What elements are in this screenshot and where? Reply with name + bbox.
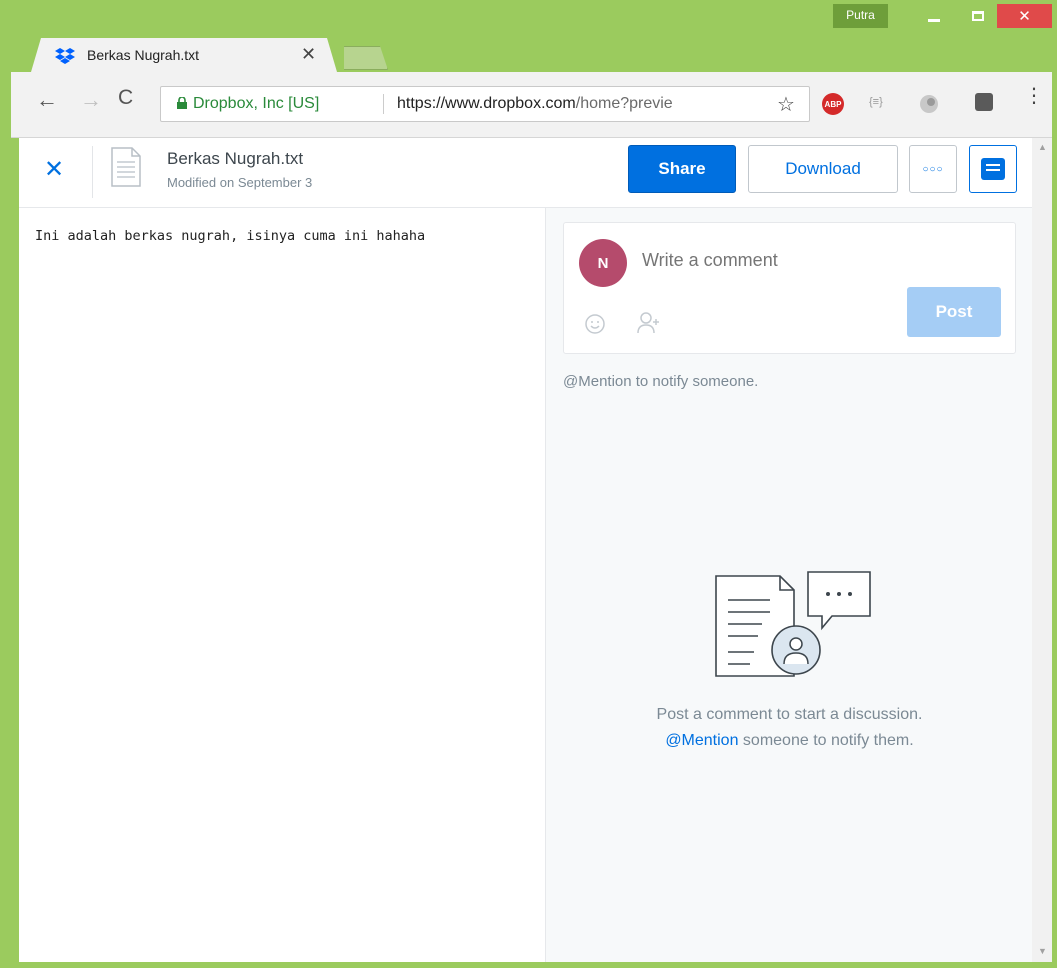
new-tab-button[interactable] (344, 46, 388, 70)
bookmark-star-icon[interactable]: ☆ (777, 92, 795, 117)
tab-close-icon[interactable]: ✕ (301, 44, 316, 65)
toggle-comments-button[interactable] (969, 145, 1017, 193)
file-modified-date: Modified on September 3 (167, 175, 313, 190)
page-scrollbar[interactable]: ▲ ▼ (1032, 138, 1052, 962)
empty-state-title: Post a comment to start a discussion. (656, 706, 923, 723)
close-preview-icon[interactable]: ✕ (44, 155, 64, 184)
empty-state-subtitle-rest: someone to notify them. (738, 732, 914, 749)
comments-sidebar: N Post @Mention to notify someone. (545, 208, 1032, 962)
address-bar[interactable]: Dropbox, Inc [US] https://www.dropbox.co… (160, 86, 810, 122)
scroll-down-icon[interactable]: ▼ (1038, 946, 1047, 956)
download-button[interactable]: Download (748, 145, 898, 193)
browser-menu-icon[interactable]: ⋮ (1024, 86, 1044, 106)
dropbox-icon (55, 48, 75, 64)
add-person-icon[interactable] (636, 311, 662, 335)
browser-window: Putra ✕ Berkas Nugrah.txt ✕ ← → C Dropbo… (0, 0, 1057, 968)
profile-button[interactable]: Putra (833, 4, 888, 28)
site-identity[interactable]: Dropbox, Inc [US] (193, 95, 319, 113)
title-bar (0, 0, 1057, 40)
emoji-icon[interactable] (584, 313, 606, 335)
json-viewer-icon[interactable]: {≡} (869, 96, 883, 108)
share-button[interactable]: Share (628, 145, 736, 193)
adblock-plus-icon[interactable]: ABP (822, 93, 844, 115)
discussion-illustration-icon (715, 571, 871, 677)
avatar: N (579, 239, 627, 287)
empty-state-subtitle: @Mention someone to notify them. (546, 732, 1033, 750)
file-name: Berkas Nugrah.txt (167, 149, 304, 168)
url-text[interactable]: https://www.dropbox.com/home?previe (397, 95, 769, 113)
window-close-button[interactable]: ✕ (997, 4, 1052, 28)
comment-input[interactable] (642, 245, 972, 275)
scroll-up-icon[interactable]: ▲ (1038, 142, 1047, 152)
reload-button[interactable]: C (118, 86, 133, 110)
text-file-icon (111, 147, 141, 187)
file-content-pane: Ini adalah berkas nugrah, isinya cuma in… (19, 208, 545, 962)
lock-icon (177, 97, 187, 109)
more-options-button[interactable]: ○○○ (909, 145, 957, 193)
header-divider (92, 146, 93, 198)
comment-icon (981, 158, 1005, 180)
extension-icon[interactable] (918, 93, 940, 115)
comment-composer: N Post (563, 222, 1016, 354)
maximize-icon (972, 11, 984, 21)
lightbulb-extension-icon[interactable] (975, 93, 993, 111)
file-text: Ini adalah berkas nugrah, isinya cuma in… (35, 228, 426, 244)
url-path: /home?previe (575, 95, 673, 112)
address-divider (383, 94, 384, 114)
minimize-icon (928, 18, 940, 22)
back-button[interactable]: ← (36, 87, 58, 113)
post-button[interactable]: Post (907, 287, 1001, 337)
browser-tab[interactable]: Berkas Nugrah.txt ✕ (31, 38, 337, 72)
maximize-button[interactable] (958, 4, 998, 28)
mention-hint: @Mention to notify someone. (563, 373, 759, 390)
mention-link[interactable]: @Mention (665, 732, 738, 749)
forward-button[interactable]: → (80, 87, 102, 113)
url-origin: https://www.dropbox.com (397, 95, 576, 112)
minimize-button[interactable] (914, 4, 954, 28)
tab-title: Berkas Nugrah.txt (87, 47, 200, 63)
